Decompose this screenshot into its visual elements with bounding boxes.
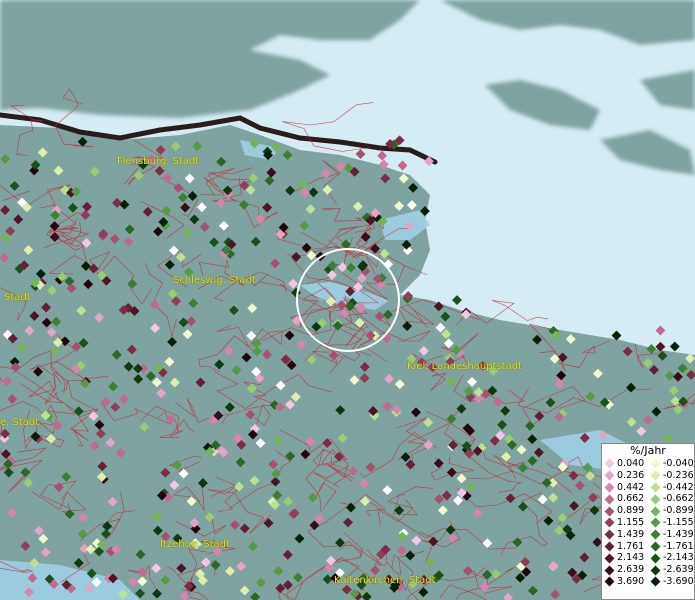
legend-entry-negative: -0.899 xyxy=(648,505,694,517)
legend-swatch xyxy=(650,506,661,517)
legend-entry-negative: -0.040 xyxy=(648,458,694,470)
legend-swatch xyxy=(604,517,615,528)
city-label-schleswig: Schleswig, Stadt xyxy=(173,275,256,286)
legend-swatch xyxy=(604,576,615,587)
legend-value: -0.236 xyxy=(663,469,694,481)
legend-entry-positive: 1.155 xyxy=(602,517,648,529)
legend-entry-negative: -0.236 xyxy=(648,470,694,482)
legend-swatch xyxy=(650,565,661,576)
legend-entry-positive: 1.761 xyxy=(602,541,648,553)
legend-entry-negative: -1.439 xyxy=(648,529,694,541)
legend-swatch xyxy=(604,494,615,505)
legend-swatch xyxy=(650,458,661,469)
legend-value: 1.761 xyxy=(617,540,645,552)
legend-entry-positive: 2.143 xyxy=(602,552,648,564)
legend-value: -0.662 xyxy=(663,493,694,505)
legend-entry-positive: 0.236 xyxy=(602,470,648,482)
legend-row: 0.662 -0.662 xyxy=(602,493,694,505)
legend-swatch xyxy=(604,458,615,469)
city-label-kaltenkirchen: Kaltenkirchen, Stadt xyxy=(334,575,436,586)
legend-value: -0.442 xyxy=(663,481,694,493)
legend-value: -2.639 xyxy=(663,564,694,576)
legend-entry-negative: -2.639 xyxy=(648,564,694,576)
legend-swatch xyxy=(604,529,615,540)
city-label-west-2: e, Stadt xyxy=(0,417,40,428)
legend-swatch xyxy=(650,494,661,505)
legend-swatch xyxy=(604,541,615,552)
legend-entry-negative: -0.442 xyxy=(648,482,694,494)
legend-value: -3.690 xyxy=(663,575,694,587)
legend-row: 0.899 -0.899 xyxy=(602,505,694,517)
legend-swatch xyxy=(650,470,661,481)
legend-row: 1.761 -1.761 xyxy=(602,541,694,553)
legend-entry-positive: 0.899 xyxy=(602,505,648,517)
legend-row: 1.439 -1.439 xyxy=(602,529,694,541)
legend-value: 0.236 xyxy=(617,469,645,481)
legend-swatch xyxy=(650,482,661,493)
legend-row: 2.143 -2.143 xyxy=(602,552,694,564)
legend: %/Jahr 0.040 -0.040 0.236 -0.236 0.442 -0.442… xyxy=(601,443,695,600)
legend-entry-positive: 2.639 xyxy=(602,564,648,576)
legend-value: -0.899 xyxy=(663,505,694,517)
city-label-flensburg: Flensburg, Stadt xyxy=(117,156,200,167)
legend-value: -1.155 xyxy=(663,516,694,528)
legend-swatch xyxy=(650,541,661,552)
legend-value: -1.761 xyxy=(663,540,694,552)
legend-entry-positive: 3.690 xyxy=(602,576,648,588)
legend-swatch xyxy=(604,565,615,576)
legend-row: 2.639 -2.639 xyxy=(602,564,694,576)
city-label-kiel: Kiel, Landeshauptstadt xyxy=(407,361,522,372)
legend-entry-negative: -1.155 xyxy=(648,517,694,529)
map-canvas[interactable] xyxy=(0,0,695,600)
legend-row: 0.236 -0.236 xyxy=(602,470,694,482)
legend-entry-positive: 0.662 xyxy=(602,493,648,505)
legend-swatch xyxy=(604,506,615,517)
legend-swatch xyxy=(650,517,661,528)
legend-value: -2.143 xyxy=(663,552,694,564)
legend-value: 3.690 xyxy=(617,575,645,587)
legend-entry-positive: 1.439 xyxy=(602,529,648,541)
legend-swatch xyxy=(650,576,661,587)
legend-entry-negative: -3.690 xyxy=(648,576,694,588)
legend-entry-negative: -2.143 xyxy=(648,552,694,564)
legend-row: 0.442 -0.442 xyxy=(602,482,694,494)
legend-row: 3.690 -3.690 xyxy=(602,576,694,588)
legend-value: 0.442 xyxy=(617,481,645,493)
legend-entry-positive: 0.040 xyxy=(602,458,648,470)
legend-value: 2.639 xyxy=(617,564,645,576)
legend-swatch xyxy=(604,553,615,564)
legend-row: 0.040 -0.040 xyxy=(602,458,694,470)
legend-entry-negative: -0.662 xyxy=(648,493,694,505)
legend-value: -1.439 xyxy=(663,528,694,540)
legend-rows: 0.040 -0.040 0.236 -0.236 0.442 -0.442 0.662 -0… xyxy=(602,458,694,588)
legend-value: 0.662 xyxy=(617,493,645,505)
legend-value: 1.155 xyxy=(617,516,645,528)
legend-swatch xyxy=(604,482,615,493)
legend-swatch xyxy=(650,553,661,564)
legend-value: 0.899 xyxy=(617,505,645,517)
legend-value: 0.040 xyxy=(617,458,645,469)
legend-row: 1.155 -1.155 xyxy=(602,517,694,529)
legend-title: %/Jahr xyxy=(630,444,666,457)
city-label-west-1: Stadt xyxy=(4,292,31,303)
legend-swatch xyxy=(604,470,615,481)
city-label-itzehoe: Itzehoe, Stadt xyxy=(160,539,230,550)
legend-value: 1.439 xyxy=(617,528,645,540)
legend-value: -0.040 xyxy=(663,458,694,469)
legend-value: 2.143 xyxy=(617,552,645,564)
legend-entry-negative: -1.761 xyxy=(648,541,694,553)
legend-swatch xyxy=(650,529,661,540)
legend-entry-positive: 0.442 xyxy=(602,482,648,494)
